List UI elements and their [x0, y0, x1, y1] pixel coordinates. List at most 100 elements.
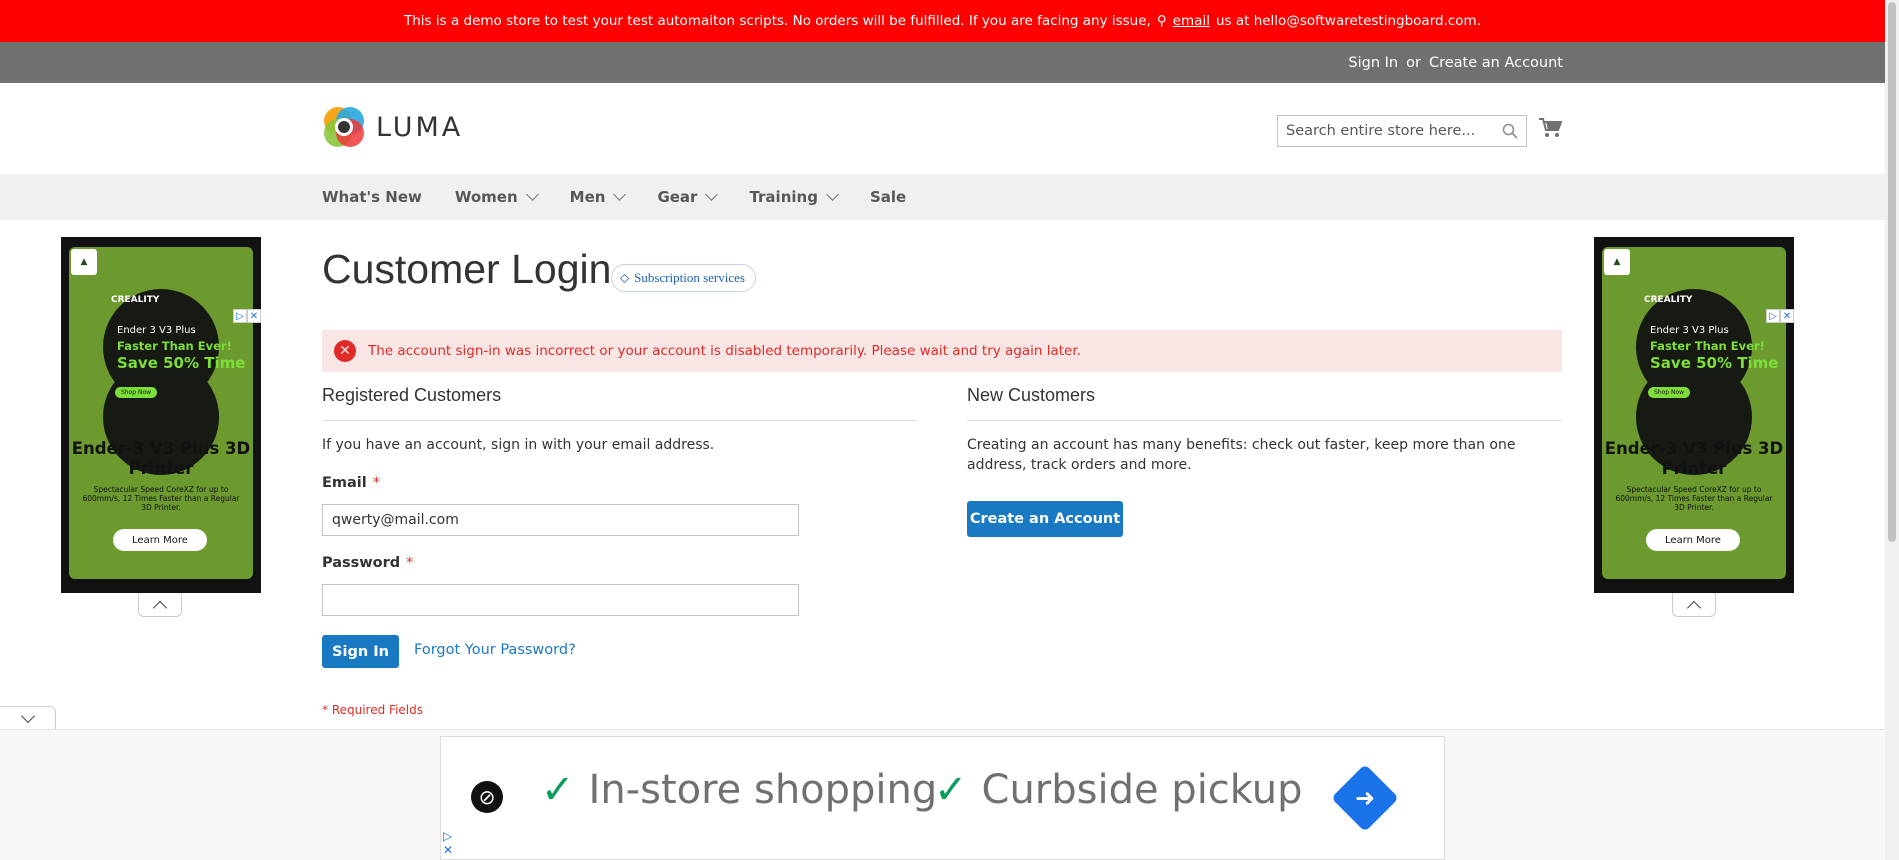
ad-feature-label: In-store shopping	[588, 767, 938, 813]
collapse-bottom-ad-button[interactable]	[0, 706, 56, 730]
email-link[interactable]: email	[1173, 13, 1210, 29]
password-field[interactable]	[322, 584, 799, 616]
left-side-ad[interactable]: ▲ CREALITY Ender 3 V3 Plus Faster Than E…	[61, 237, 261, 593]
email-value: qwerty@mail.com	[332, 512, 459, 528]
ad-line: Ender 3 V3 Plus	[117, 325, 196, 336]
ad-creative[interactable]: ▲ CREALITY Ender 3 V3 Plus Faster Than E…	[69, 247, 253, 579]
nav-gear[interactable]: Gear	[657, 188, 719, 206]
registered-customers-title: Registered Customers	[322, 385, 502, 405]
required-fields-note: * Required Fields	[322, 703, 423, 717]
chevron-down-icon	[826, 188, 839, 201]
search-icon: ⚲	[1156, 13, 1167, 29]
ad-learn-more-button[interactable]: Learn More	[1646, 529, 1740, 551]
close-icon[interactable]: ✕	[247, 309, 261, 323]
demo-notice-suffix: us at hello@softwaretestingboard.com.	[1215, 13, 1481, 29]
or-separator: or	[1406, 54, 1421, 71]
collapse-ad-button[interactable]	[1672, 593, 1716, 617]
nav-label: Women	[454, 188, 518, 206]
chevron-down-icon	[20, 708, 35, 723]
ad-description: Spectacular Speed CoreXZ for up to 600mm…	[82, 485, 240, 512]
check-icon: ✓	[541, 767, 575, 813]
new-customers-title: New Customers	[967, 385, 1096, 405]
sign-in-link[interactable]: Sign In	[1348, 55, 1398, 71]
ad-title: Ender-3 V3 Plus 3D Printer	[1604, 439, 1784, 478]
demo-notice-text: This is a demo store to test your test a…	[403, 13, 1151, 29]
ad-learn-more-button[interactable]: Learn More	[113, 529, 207, 551]
collapse-ad-button[interactable]	[138, 593, 182, 617]
nav-men[interactable]: Men	[569, 188, 627, 206]
subscription-services-badge[interactable]: ⬦ Subscription services	[611, 264, 756, 292]
forgot-password-link[interactable]: Forgot Your Password?	[414, 642, 576, 658]
nav-label: Training	[749, 188, 818, 206]
nav-label: Sale	[869, 188, 907, 206]
ad-choices[interactable]: ▷ ✕	[233, 309, 261, 323]
search-icon[interactable]	[1502, 123, 1518, 139]
chevron-down-icon	[525, 188, 539, 201]
ad-info-icon[interactable]: ▷	[233, 309, 247, 323]
site-header: LUMA Search entire store here...	[0, 83, 1885, 174]
ad-feature: ✓ In-store shopping	[541, 767, 937, 813]
ad-choices[interactable]: ▷ ✕	[443, 829, 453, 857]
ad-shop-button[interactable]: Shop Now	[1648, 387, 1691, 398]
close-icon[interactable]: ✕	[1780, 309, 1794, 323]
create-account-button[interactable]: Create an Account	[967, 501, 1123, 537]
required-mark: *	[406, 555, 414, 571]
ad-info-icon[interactable]: ▷	[443, 829, 453, 843]
ad-description: Spectacular Speed CoreXZ for up to 600mm…	[1615, 485, 1773, 512]
divider	[967, 420, 1563, 421]
subscription-label: Subscription services	[634, 270, 745, 285]
create-account-link[interactable]: Create an Account	[1429, 55, 1563, 71]
page-title: Customer Login	[322, 246, 612, 292]
ad-line: Save 50% Time	[1650, 354, 1779, 372]
password-label-text: Password	[322, 555, 401, 571]
page-scrollbar[interactable]	[1885, 0, 1899, 860]
logo-text: LUMA	[376, 111, 464, 143]
required-mark: *	[372, 475, 380, 491]
tag-icon: ⬦	[620, 270, 630, 285]
nav-women[interactable]: Women	[454, 188, 539, 206]
nav-label: What's New	[322, 188, 422, 206]
nav-label: Men	[569, 188, 606, 206]
nav-sale[interactable]: Sale	[870, 188, 906, 206]
ad-info-icon[interactable]: ▷	[1766, 309, 1780, 323]
chevron-up-icon	[1686, 600, 1702, 615]
luma-logo[interactable]: LUMA	[322, 105, 463, 149]
error-icon: ✕	[334, 340, 356, 362]
cart-icon[interactable]	[1538, 117, 1563, 143]
sign-in-button[interactable]: Sign In	[322, 635, 399, 668]
email-field[interactable]: qwerty@mail.com	[322, 504, 799, 536]
nav-training[interactable]: Training	[749, 188, 839, 206]
error-message: ✕ The account sign-in was incorrect or y…	[322, 330, 1562, 372]
bottom-banner-ad[interactable]: ⊘ ✓ In-store shopping ✓ Curbside pickup …	[440, 736, 1445, 860]
ad-choices[interactable]: ▷ ✕	[1766, 309, 1794, 323]
scrollbar-thumb[interactable]	[1888, 2, 1896, 542]
ad-shop-button[interactable]: Shop Now	[115, 387, 158, 398]
luma-logo-icon	[324, 107, 364, 147]
ad-line: Save 50% Time	[117, 354, 246, 372]
divider	[322, 420, 918, 421]
email-label-text: Email	[322, 475, 367, 491]
arrow-right-icon: ➜	[1354, 784, 1376, 812]
demo-notice-bar: This is a demo store to test your test a…	[0, 0, 1885, 42]
ad-feature: ✓ Curbside pickup	[934, 767, 1302, 813]
ad-line: Faster Than Ever!	[1650, 339, 1765, 353]
password-label: Password *	[322, 555, 413, 571]
chevron-down-icon	[705, 188, 719, 201]
nav-whats-new[interactable]: What's New	[322, 188, 422, 206]
ad-brand: CREALITY	[1644, 295, 1693, 305]
email-label: Email *	[322, 475, 380, 491]
new-customers-text: Creating an account has many benefits: c…	[967, 437, 1516, 473]
right-side-ad[interactable]: ▲ CREALITY Ender 3 V3 Plus Faster Than E…	[1594, 237, 1794, 593]
chevron-down-icon	[613, 188, 627, 201]
nav-label: Gear	[657, 188, 698, 206]
search-input[interactable]: Search entire store here...	[1277, 115, 1527, 147]
ad-creative[interactable]: ▲ CREALITY Ender 3 V3 Plus Faster Than E…	[1602, 247, 1786, 579]
ad-title: Ender-3 V3 Plus 3D Printer	[71, 439, 251, 478]
chevron-up-icon	[152, 600, 168, 615]
close-icon[interactable]: ✕	[443, 843, 453, 857]
header-panel: Sign In or Create an Account	[0, 42, 1885, 83]
check-icon: ✓	[934, 767, 968, 813]
store-logo-icon: ⊘	[471, 781, 503, 813]
search-placeholder: Search entire store here...	[1286, 123, 1476, 139]
main-navigation: What's New Women Men Gear Training Sale	[0, 174, 1885, 220]
